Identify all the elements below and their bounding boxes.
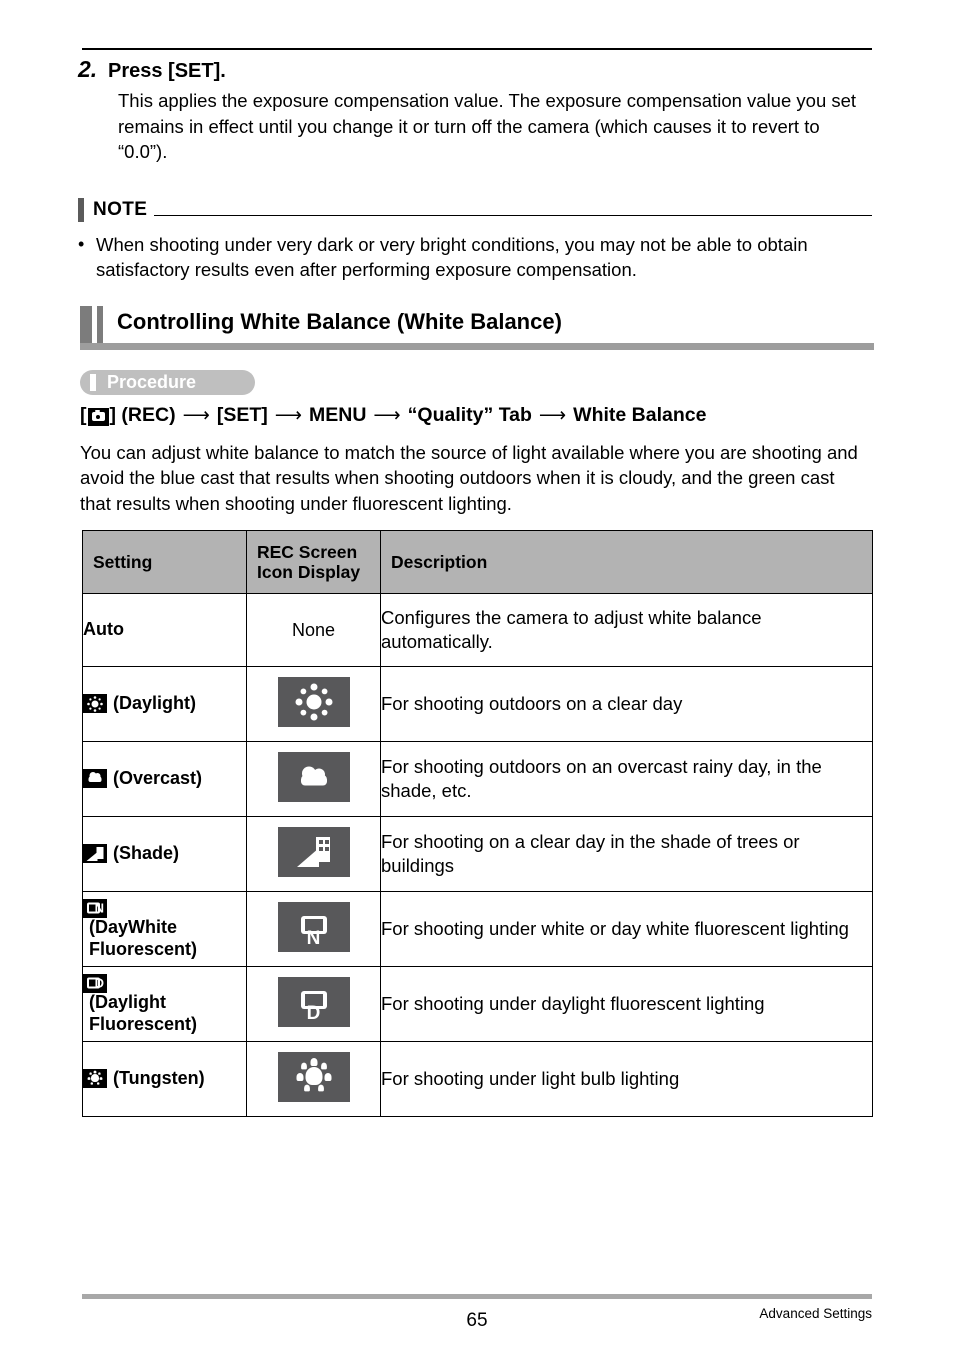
cell-description: For shooting under light bulb lighting [380,1041,873,1117]
table-row: (Tungsten) For shooting under light bulb… [82,1041,873,1117]
rec-screen-bulb-icon [277,1051,350,1102]
rec-screen-fluorescent-d-icon: D [277,976,350,1027]
section-heading: Controlling White Balance (White Balance… [80,306,874,350]
section-heading-title: Controlling White Balance (White Balance… [117,309,562,334]
note-item: • When shooting under very dark or very … [78,232,872,283]
table-row: (Overcast) For shooting outdoors on an o… [82,741,873,817]
table-row: (Daylight) For shooting outdoors on a cl… [82,666,873,742]
procedure-badge-bar [90,374,96,391]
column-header-setting: Setting [82,530,247,594]
cell-setting: (Tungsten) [82,1041,247,1117]
cell-setting-label: (Daylight Fluorescent) [89,991,198,1034]
heading-bar-thick [80,306,92,343]
intro-paragraph: You can adjust white balance to match th… [80,442,858,514]
note-header: NOTE [78,197,872,223]
cell-rec-icon [246,666,381,742]
arrow-right-icon: ⟶ [182,405,210,426]
table-row: D (Daylight Fluorescent) D For shooting … [82,966,873,1042]
rec-screen-fluorescent-n-icon: N [277,901,350,952]
table-header: Setting REC Screen Icon Display Descript… [82,530,873,594]
rec-screen-cloud-icon [277,751,350,802]
cell-setting-label: (Daylight) [113,693,196,714]
breadcrumb-step-set: [SET] [216,404,268,426]
cell-rec-icon [246,816,381,892]
footer-divider [82,1294,872,1299]
cell-setting-label: (Overcast) [113,768,203,789]
table-row: N (DayWhite Fluorescent) N For shooting … [82,891,873,967]
cell-rec-icon: D [246,966,381,1042]
cell-setting: (Shade) [82,816,247,892]
cell-description: For shooting under daylight fluorescent … [380,966,873,1042]
breadcrumb: [ ] (REC) ⟶ [SET] ⟶ MENU ⟶ “Quality” Tab… [80,404,706,427]
heading-bar-thin [97,306,103,343]
bullet-icon: • [78,234,85,254]
cell-setting-label: (Shade) [113,843,180,864]
table-row: (Shade) For shooting on a clear day in t… [82,816,873,892]
column-header-description: Description [380,530,873,594]
arrow-right-icon: ⟶ [538,405,567,426]
fluorescent-n-icon: N [83,898,107,918]
cell-description: For shooting under white or day white fl… [380,891,873,967]
rec-fluorescent-letter: D [306,1002,321,1024]
table-row: Auto None Configures the camera to adjus… [82,593,873,667]
footer-section-name: Advanced Settings [759,1306,872,1321]
cloud-icon [83,769,107,789]
sun-icon [83,694,107,714]
rec-screen-shade-building-icon [277,826,350,877]
column-header-line1: REC Screen [257,541,358,562]
cell-setting: N (DayWhite Fluorescent) [82,891,247,967]
heading-underline [80,343,874,350]
procedure-badge: Procedure [80,370,255,395]
fluorescent-letter: D [94,975,104,991]
note-label: NOTE [93,199,148,220]
cell-setting: (Overcast) [82,741,247,817]
cell-setting: Auto [82,593,247,667]
note-marker-bar [78,198,84,222]
column-header-rec-screen-icon-display: REC Screen Icon Display [246,530,381,594]
breadcrumb-rec-label: ] (REC) [109,404,176,426]
rec-fluorescent-letter: N [306,927,321,949]
column-header-line2: Icon Display [257,562,361,582]
shade-building-icon [83,844,107,864]
cell-rec-icon: N [246,891,381,967]
step-heading: 2. Press [SET]. [78,56,878,82]
arrow-right-icon: ⟶ [373,405,401,426]
cell-setting-label: (Tungsten) [113,1068,205,1089]
fluorescent-letter: N [94,900,104,916]
breadcrumb-step-quality-tab: “Quality” Tab [407,404,532,426]
step-block: 2. Press [SET]. This applies the exposur… [78,56,878,164]
step-body-text: This applies the exposure compensation v… [118,90,857,162]
table-body: Auto None Configures the camera to adjus… [82,593,873,1117]
table-header-row: Setting REC Screen Icon Display Descript… [82,530,873,594]
fluorescent-d-icon: D [83,973,107,993]
cell-rec-icon [246,741,381,817]
cell-description: For shooting outdoors on an overcast rai… [380,741,873,817]
cell-description: Configures the camera to adjust white ba… [380,593,873,667]
note-items: • When shooting under very dark or very … [78,232,872,283]
rec-screen-sun-icon [277,676,350,727]
white-balance-table: Setting REC Screen Icon Display Descript… [82,530,873,1117]
cell-setting-label: (DayWhite Fluorescent) [89,916,198,959]
arrow-right-icon: ⟶ [274,405,302,426]
step-title: Press [SET]. [108,60,226,82]
document-page: 2. Press [SET]. This applies the exposur… [0,0,954,1357]
cell-rec-icon: None [246,593,381,667]
top-divider [82,48,872,50]
note-divider [154,214,872,216]
cell-rec-icon [246,1041,381,1117]
cell-setting: D (Daylight Fluorescent) [82,966,247,1042]
breadcrumb-step-menu: MENU [309,404,367,426]
breadcrumb-open-bracket: [ [80,404,87,426]
cell-description: For shooting outdoors on a clear day [380,666,873,742]
step-number: 2. [78,56,98,82]
cell-description: For shooting on a clear day in the shade… [380,816,873,892]
note-item-text: When shooting under very dark or very br… [96,234,808,281]
cell-setting: (Daylight) [82,666,247,742]
procedure-badge-label: Procedure [107,372,197,392]
note-section: NOTE • When shooting under very dark or … [78,197,872,283]
breadcrumb-step-white-balance: White Balance [573,404,707,426]
camera-icon [87,407,109,426]
bulb-icon [83,1069,107,1089]
